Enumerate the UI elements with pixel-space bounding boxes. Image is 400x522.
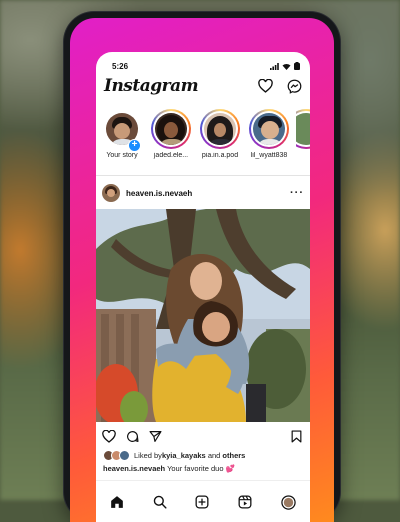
comment-icon[interactable]: [126, 430, 139, 443]
messenger-icon[interactable]: [287, 79, 302, 94]
post-username[interactable]: heaven.is.nevaeh: [126, 189, 192, 198]
post-caption: heaven.is.nevaeh Your favorite duo 💕: [103, 464, 304, 473]
post-photo[interactable]: [96, 209, 310, 422]
instagram-app: 5:26 Instagram + Your story jaded.ele...…: [96, 52, 310, 522]
status-icons: [270, 62, 300, 70]
avatar: [204, 113, 236, 145]
photo-illustration: [96, 209, 310, 422]
app-header: Instagram: [104, 76, 302, 96]
story-label: Your story: [106, 152, 138, 159]
liked-by-prefix: Liked by: [134, 451, 162, 460]
story-label: pia.in.a.pod: [201, 152, 239, 159]
more-options-icon[interactable]: ···: [290, 187, 304, 199]
add-story-icon[interactable]: +: [128, 139, 141, 152]
story-ring: [151, 109, 191, 149]
reels-icon[interactable]: [238, 495, 252, 509]
gradient-screen: 5:26 Instagram + Your story jaded.ele...…: [70, 18, 334, 522]
story-own[interactable]: + Your story: [100, 109, 144, 171]
save-icon[interactable]: [291, 429, 302, 443]
instagram-logo: Instagram: [104, 76, 199, 96]
status-time: 5:26: [112, 62, 129, 71]
story-item[interactable]: jaded.ele...: [149, 109, 193, 171]
story-ring: [249, 109, 289, 149]
battery-icon: [294, 62, 300, 70]
post-actions: [102, 427, 302, 445]
home-icon[interactable]: [110, 495, 124, 509]
phone-frame: 5:26 Instagram + Your story jaded.ele...…: [64, 12, 340, 522]
caption-username[interactable]: heaven.is.nevaeh: [103, 464, 165, 473]
liked-by-and: and: [205, 451, 223, 460]
liked-by-user[interactable]: kyia_kayaks: [162, 451, 206, 460]
story-item[interactable]: lil_wyatt838: [247, 109, 291, 171]
search-icon[interactable]: [153, 495, 167, 509]
create-icon[interactable]: [195, 495, 209, 509]
avatar: [253, 113, 285, 145]
story-label: lil_wyatt838: [250, 152, 288, 159]
story-ring: [200, 109, 240, 149]
avatar: [119, 450, 130, 461]
bottom-tab-bar: [96, 480, 310, 522]
story-ring: [296, 109, 310, 149]
heart-icon[interactable]: [258, 79, 273, 93]
wifi-icon: [282, 63, 291, 70]
likes-line: Liked by kyia_kayaks and others: [103, 450, 304, 461]
liked-by-others[interactable]: others: [222, 451, 245, 460]
story-label: jaded.ele...: [153, 152, 189, 159]
caption-text: Your favorite duo 💕: [165, 464, 235, 473]
post-avatar[interactable]: [102, 184, 120, 202]
liker-avatars: [103, 450, 130, 461]
story-item[interactable]: fre: [296, 109, 310, 171]
profile-icon[interactable]: [280, 494, 296, 510]
story-label: fre: [296, 152, 310, 159]
avatar: [155, 113, 187, 145]
stories-row: + Your story jaded.ele... pia.in.a.pod l…: [100, 109, 310, 171]
story-item[interactable]: pia.in.a.pod: [198, 109, 242, 171]
signal-icon: [270, 62, 279, 70]
post-header: heaven.is.nevaeh ···: [102, 182, 304, 204]
like-icon[interactable]: [102, 429, 116, 443]
share-icon[interactable]: [149, 430, 162, 443]
avatar: [296, 113, 310, 145]
divider: [96, 175, 310, 176]
